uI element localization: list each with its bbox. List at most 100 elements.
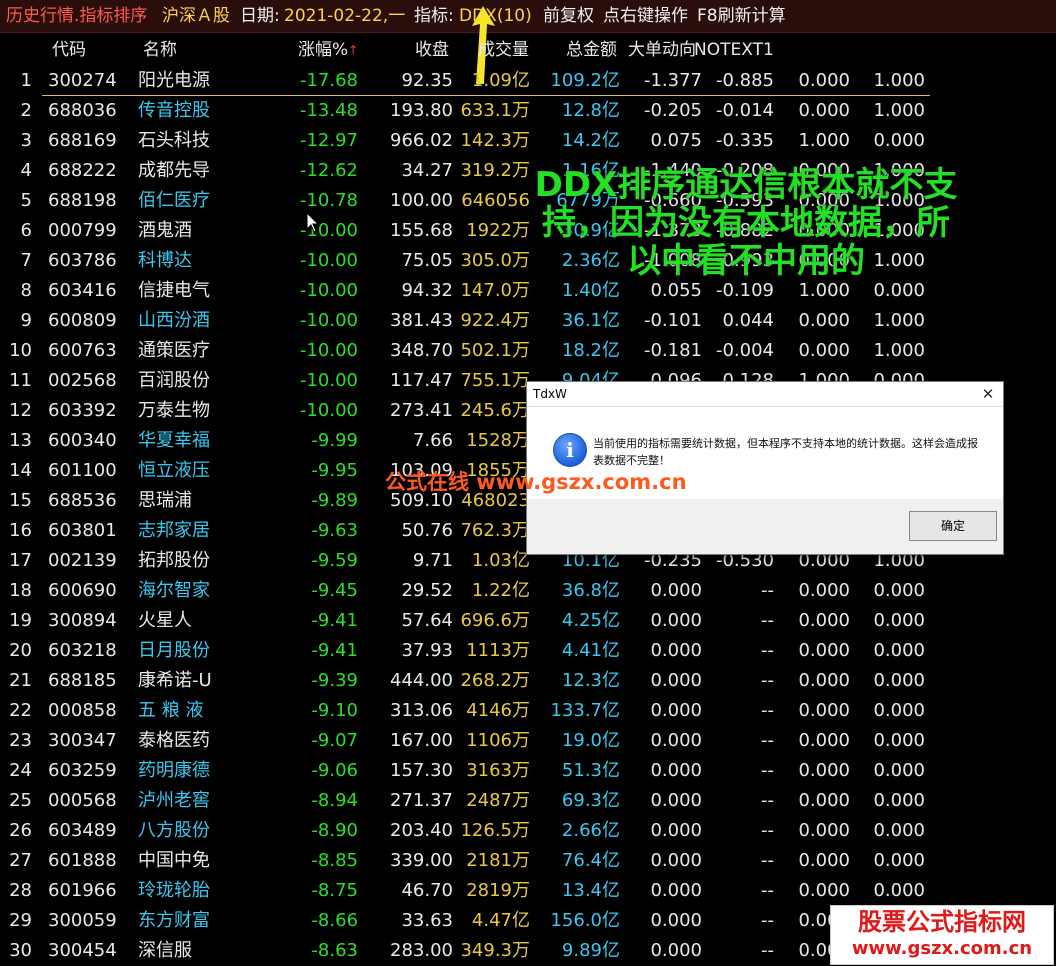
column-header-name[interactable]: 名称 bbox=[143, 36, 177, 64]
stock-code: 600763 bbox=[48, 340, 117, 361]
row-index: 8 bbox=[20, 280, 32, 301]
change-percent: -10.00 bbox=[299, 280, 358, 301]
close-icon[interactable]: ✕ bbox=[977, 382, 999, 406]
market-selector[interactable]: 沪深Ａ股 bbox=[162, 0, 230, 32]
close-price: 92.35 bbox=[401, 70, 453, 91]
stock-code: 603392 bbox=[48, 400, 117, 421]
column-header-volume[interactable]: 成交量 bbox=[478, 36, 529, 64]
column-header-close[interactable]: 收盘 bbox=[415, 36, 449, 64]
close-price: 29.52 bbox=[401, 580, 453, 601]
annotation-line-2: 持，因为没有本地数据，所 bbox=[542, 203, 950, 243]
table-row[interactable]: 27 601888 中国中免 -8.85 339.00 2181万 76.4亿 0.000 --… bbox=[0, 846, 930, 876]
big-order-value: 0.000 bbox=[650, 940, 702, 961]
ok-button[interactable]: 确定 bbox=[909, 511, 997, 541]
stock-name: 八方股份 bbox=[138, 820, 210, 841]
change-percent: -9.95 bbox=[311, 460, 358, 481]
close-price: 313.06 bbox=[390, 700, 453, 721]
adjust-mode[interactable]: 前复权 bbox=[543, 0, 594, 32]
row-index: 22 bbox=[9, 700, 32, 721]
big-order-value: 0.000 bbox=[650, 820, 702, 841]
table-row[interactable]: 26 603489 八方股份 -8.90 203.40 126.5万 2.66亿 0.000 -… bbox=[0, 816, 930, 846]
extra-col-1-value: 0.000 bbox=[798, 580, 850, 601]
amount: 76.4亿 bbox=[561, 850, 620, 871]
change-percent: -9.63 bbox=[311, 520, 358, 541]
volume: 1.22亿 bbox=[471, 580, 530, 601]
info-icon: i bbox=[553, 433, 587, 467]
big-order-value: 0.000 bbox=[650, 910, 702, 931]
extra-col-2-value: 0.000 bbox=[873, 640, 925, 661]
column-header-code[interactable]: 代码 bbox=[52, 36, 86, 64]
row-index: 25 bbox=[9, 790, 32, 811]
table-row[interactable]: 25 000568 泸州老窖 -8.94 271.37 2487万 69.3亿 0.000 --… bbox=[0, 786, 930, 816]
table-row[interactable]: 20 603218 日月股份 -9.41 37.93 1113万 4.41亿 0.000 -- 0… bbox=[0, 636, 930, 666]
volume: 1528万 bbox=[466, 430, 530, 451]
table-row[interactable]: 29 300059 东方财富 -8.66 33.63 4.47亿 156.0亿 0.000 --… bbox=[0, 906, 930, 936]
table-row[interactable]: 24 603259 药明康德 -9.06 157.30 3163万 51.3亿 0.000 --… bbox=[0, 756, 930, 786]
close-price: 283.00 bbox=[390, 940, 453, 961]
date-value[interactable]: 2021-02-22,一 bbox=[284, 0, 405, 32]
table-row[interactable]: 23 300347 泰格医药 -9.07 167.00 1106万 19.0亿 0.000 --… bbox=[0, 726, 930, 756]
row-index: 28 bbox=[9, 880, 32, 901]
stock-code: 603786 bbox=[48, 250, 117, 271]
amount: 9.89亿 bbox=[561, 940, 620, 961]
table-row[interactable]: 18 600690 海尔智家 -9.45 29.52 1.22亿 36.8亿 0.000 -- 0… bbox=[0, 576, 930, 606]
table-row[interactable]: 30 300454 深信服 -8.63 283.00 349.3万 9.89亿 0.000 --… bbox=[0, 936, 930, 966]
amount: 109.2亿 bbox=[550, 70, 620, 91]
stock-name: 日月股份 bbox=[138, 640, 210, 661]
stock-code: 300059 bbox=[48, 910, 117, 931]
change-percent: -17.68 bbox=[299, 70, 358, 91]
amount: 12.8亿 bbox=[561, 100, 620, 121]
table-row[interactable]: 2 688036 传音控股 -13.48 193.80 633.1万 12.8亿 -0.205… bbox=[0, 96, 930, 126]
table-row[interactable]: 9 600809 山西汾酒 -10.00 381.43 922.4万 36.1亿 -0.101… bbox=[0, 306, 930, 336]
table-row[interactable]: 3 688169 石头科技 -12.97 966.02 142.3万 14.2亿 0.075-… bbox=[0, 126, 930, 156]
stock-name: 五 粮 液 bbox=[138, 700, 204, 721]
column-header-change[interactable]: 涨幅%↑ bbox=[298, 36, 358, 64]
volume: 1.09亿 bbox=[471, 70, 530, 91]
close-price: 273.41 bbox=[390, 400, 453, 421]
amount: 36.1亿 bbox=[561, 310, 620, 331]
table-row[interactable]: 28 601966 玲珑轮胎 -8.75 46.70 2819万 13.4亿 0.000 -- 0… bbox=[0, 876, 930, 906]
notext1-value: -- bbox=[761, 910, 774, 931]
notext1-value: -- bbox=[761, 850, 774, 871]
table-row[interactable]: 1 300274 阳光电源 -17.68 92.35 1.09亿 109.2亿 -1.377-… bbox=[0, 66, 930, 96]
stock-name: 药明康德 bbox=[138, 760, 210, 781]
change-percent: -10.00 bbox=[299, 250, 358, 271]
row-index: 5 bbox=[20, 190, 32, 211]
extra-col-1-value: 0.000 bbox=[798, 730, 850, 751]
dialog-title-bar[interactable]: TdxW ✕ bbox=[527, 382, 1003, 407]
stock-name: 恒立液压 bbox=[138, 460, 210, 481]
change-percent: -9.45 bbox=[311, 580, 358, 601]
notext1-value: -0.885 bbox=[715, 70, 774, 91]
big-order-value: 0.075 bbox=[650, 130, 702, 151]
row-index: 26 bbox=[9, 820, 32, 841]
table-row[interactable]: 10 600763 通策医疗 -10.00 348.70 502.1万 18.2亿 -0.18… bbox=[0, 336, 930, 366]
row-index: 11 bbox=[9, 370, 32, 391]
extra-col-1-value: 0.000 bbox=[798, 70, 850, 91]
extra-col-2-value: 0.000 bbox=[873, 880, 925, 901]
table-row[interactable]: 22 000858 五 粮 液 -9.10 313.06 4146万 133.7亿 0.000… bbox=[0, 696, 930, 726]
big-order-value: 0.000 bbox=[650, 850, 702, 871]
column-header-notext1[interactable]: NOTEXT1 bbox=[694, 36, 774, 64]
column-header-amount[interactable]: 总金额 bbox=[566, 36, 617, 64]
stock-code: 002568 bbox=[48, 370, 117, 391]
volume: 142.3万 bbox=[460, 130, 530, 151]
table-row[interactable]: 19 300894 火星人 -9.41 57.64 696.6万 4.25亿 0.000 -- 0… bbox=[0, 606, 930, 636]
change-percent: -13.48 bbox=[299, 100, 358, 121]
amount: 12.3亿 bbox=[561, 670, 620, 691]
notext1-value: -- bbox=[761, 760, 774, 781]
column-header-big-order[interactable]: 大单动向 bbox=[628, 36, 696, 64]
row-index: 1 bbox=[20, 70, 32, 91]
table-row[interactable]: 21 688185 康希诺-U -9.39 444.00 268.2万 12.3亿 0.000… bbox=[0, 666, 930, 696]
volume: 2487万 bbox=[466, 790, 530, 811]
change-percent: -9.10 bbox=[311, 700, 358, 721]
close-price: 167.00 bbox=[390, 730, 453, 751]
extra-col-1-value: 0.000 bbox=[798, 880, 850, 901]
volume: 1106万 bbox=[466, 730, 530, 751]
stock-code: 603801 bbox=[48, 520, 117, 541]
date-label: 日期: bbox=[240, 6, 280, 26]
stock-name: 石头科技 bbox=[138, 130, 210, 151]
row-index: 10 bbox=[9, 340, 32, 361]
stock-code: 300894 bbox=[48, 610, 117, 631]
close-price: 7.66 bbox=[412, 430, 453, 451]
notext1-value: -- bbox=[761, 610, 774, 631]
